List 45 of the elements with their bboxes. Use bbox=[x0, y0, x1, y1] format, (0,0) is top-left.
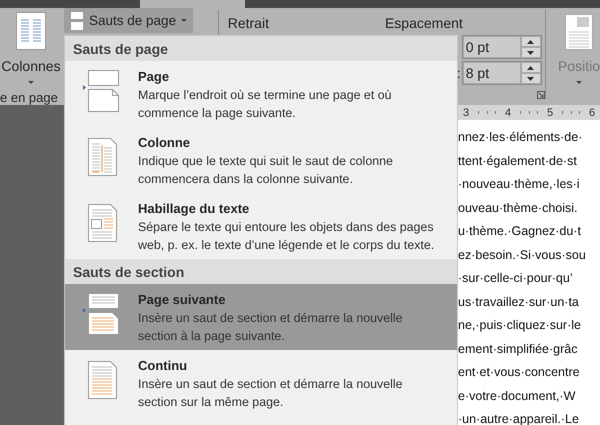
menu-item[interactable]: Colonne Indique que le texte qui suit le saut de colonne commencera dans la colonne suivante. bbox=[65, 127, 457, 193]
ruler-number: 4 bbox=[504, 106, 512, 118]
ruler-number: 3 bbox=[462, 106, 470, 118]
indent-label: Retrait bbox=[228, 15, 269, 31]
group-label: e en page bbox=[0, 90, 58, 105]
menu-item-description: Marque l’endroit où se termine une page et où commence la page suivante. bbox=[138, 87, 392, 122]
spacing-label: Espacement bbox=[384, 15, 463, 31]
field-label: : bbox=[456, 65, 460, 81]
menu-section-header: Sauts de section bbox=[65, 259, 457, 284]
spin-field[interactable]: 8 pt bbox=[462, 61, 542, 85]
document-text-line: ement·simplifiée·grâc bbox=[458, 340, 578, 358]
menu-item[interactable]: Page suivante Insère un saut de section et démarre la nouvelle section à la page suivante. bbox=[65, 284, 457, 350]
document-text-line: us·travaillez·sur·un·ta bbox=[458, 294, 579, 310]
page-break-icon bbox=[82, 70, 122, 112]
document-text-line: u·thème.·Gagnez·du·t bbox=[458, 223, 581, 240]
page-break-icon bbox=[70, 12, 84, 30]
document-text-line: ouveau·thème·choisi. bbox=[458, 200, 578, 216]
document-text-line: e·votre·document,·W bbox=[458, 388, 576, 404]
document-text-line: ttent·également·de·st bbox=[458, 152, 577, 170]
menu-item-title: Colonne bbox=[138, 134, 191, 152]
page-breaks-button[interactable]: Sauts de page bbox=[64, 8, 194, 33]
spin-field[interactable]: 0 pt bbox=[462, 35, 542, 59]
document-text-line: ez·besoin.·Si·vous·sou bbox=[458, 246, 586, 264]
menu-item-title: Page suivante bbox=[138, 291, 226, 309]
document-text-line: nnez·les·éléments·de· bbox=[458, 129, 582, 146]
menu-item-title: Page bbox=[138, 68, 170, 86]
menu-item[interactable]: Page Marque l’endroit où se termine une page et où commence la page suivante. bbox=[65, 61, 457, 127]
menu-item[interactable]: Habillage du texte Sépare le texte qui entoure les objets dans des pages web, p. ex. le texte d’une légende et le corps du texte. bbox=[65, 193, 457, 259]
menu-item-description: Insère un saut de section et démarre la nouvelle section sur la même page. bbox=[138, 376, 404, 411]
document-text-line: ent·et·vous·concentre bbox=[458, 364, 580, 381]
ruler-number: 5 bbox=[546, 106, 554, 118]
dialog-launcher-icon[interactable] bbox=[536, 91, 545, 99]
document-text-line: ·nouveau·thème,·les·i bbox=[458, 176, 580, 193]
menu-item[interactable]: Continu Insère un saut de section et démarre la nouvelle section sur la même page. bbox=[65, 350, 457, 416]
menu-item-description: Insère un saut de section et démarre la nouvelle section à la page suivante. bbox=[138, 310, 404, 345]
menu-item-description: Sépare le texte qui entoure les objets dans des pages web, p. ex. le texte d’une légende et le corps du texte. bbox=[138, 219, 436, 254]
picture-page-icon bbox=[564, 14, 593, 50]
document-text-line: ne,·puis·cliquez·sur·le bbox=[458, 317, 581, 334]
document-text-line: ·sur·celle-ci·pour·qu’ bbox=[458, 270, 573, 287]
menu-item-title: Continu bbox=[138, 357, 188, 375]
ruler-number: 6 bbox=[588, 106, 596, 118]
menu-item-title: Habillage du texte bbox=[138, 200, 250, 218]
menu-section-header: Sauts de page bbox=[65, 36, 457, 61]
columns-icon bbox=[16, 12, 46, 50]
menu-item-description: Indique que le texte qui suit le saut de colonne commencera dans la colonne suivante. bbox=[138, 153, 394, 188]
